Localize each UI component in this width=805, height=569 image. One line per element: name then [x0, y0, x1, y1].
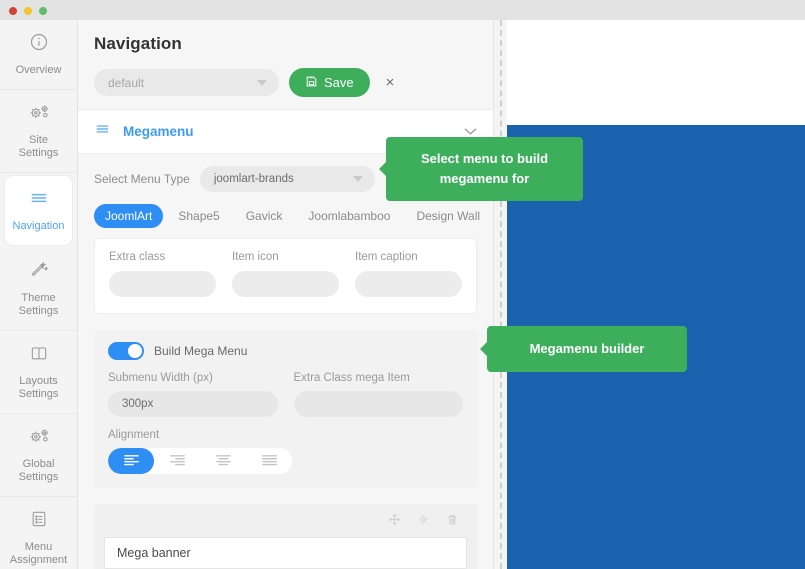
- checklist-icon: [4, 509, 73, 535]
- toggle-knob: [128, 344, 142, 358]
- alignment-section: Alignment: [108, 429, 463, 474]
- sidebar-item-label: Site Settings: [18, 134, 59, 159]
- build-mega-menu-toggle[interactable]: [108, 342, 144, 360]
- window-titlebar: [0, 0, 805, 20]
- traffic-lights: [9, 7, 47, 15]
- gears-icon: [4, 426, 73, 452]
- panel-header-controls: default Save ×: [94, 68, 477, 97]
- trash-icon[interactable]: [446, 513, 459, 531]
- field-label: Submenu Width (px): [108, 372, 213, 384]
- dashed-divider-line: [500, 20, 502, 569]
- sidebar-item-navigation[interactable]: Navigation: [5, 176, 72, 245]
- hamburger-lines-icon: [94, 122, 111, 141]
- mega-menu-block: Build Mega Menu Submenu Width (px) Extra…: [94, 330, 477, 488]
- sidebar-item-menu-assignment[interactable]: Menu Assignment: [0, 497, 77, 569]
- field-item-caption: Item caption: [355, 251, 462, 297]
- close-button[interactable]: ×: [380, 73, 401, 92]
- panel-header: Navigation default Save ×: [78, 20, 493, 110]
- field-label: Extra class: [109, 251, 166, 263]
- row-action-icons: [104, 512, 467, 537]
- sidebar-item-theme-settings[interactable]: Theme Settings: [0, 248, 77, 331]
- menu-type-label: Select Menu Type: [94, 172, 190, 186]
- save-disk-icon: [305, 75, 318, 91]
- maximize-window-button[interactable]: [39, 7, 47, 15]
- minimize-window-button[interactable]: [24, 7, 32, 15]
- gear-icon[interactable]: [417, 513, 430, 531]
- alignment-label: Alignment: [108, 429, 160, 441]
- row-builder: Mega banner Add Row: [94, 504, 477, 569]
- preset-select[interactable]: default: [94, 69, 279, 96]
- page-title: Navigation: [94, 34, 182, 53]
- tab-joomlabamboo[interactable]: Joomlabamboo: [297, 204, 401, 228]
- sidebar-item-label: Navigation: [12, 220, 65, 232]
- gears-icon: [4, 102, 73, 128]
- align-left-button[interactable]: [108, 448, 154, 474]
- preset-select-value: default: [108, 75, 145, 90]
- field-label: Extra Class mega Item: [293, 372, 410, 384]
- field-label: Item icon: [232, 251, 279, 263]
- align-justify-icon: [261, 454, 277, 469]
- preview-pane: [507, 20, 805, 569]
- row-item-label: Mega banner: [117, 546, 191, 560]
- menu-type-select[interactable]: joomlart-brands: [199, 166, 375, 192]
- item-icon-input[interactable]: [232, 271, 339, 297]
- sidebar-item-overview[interactable]: Overview: [0, 20, 77, 90]
- callout-select-menu: Select menu to build megamenu for: [386, 137, 583, 201]
- build-mega-menu-label: Build Mega Menu: [154, 344, 248, 358]
- menu-type-value: joomlart-brands: [213, 173, 294, 185]
- sidebar-item-label: Global Settings: [18, 458, 59, 483]
- save-button-label: Save: [324, 75, 354, 90]
- info-circle-icon: [4, 32, 73, 58]
- app-window: Overview Site Settings Navigation Theme …: [0, 0, 805, 569]
- field-extra-class: Extra class: [109, 251, 216, 297]
- tab-joomlart[interactable]: JoomlArt: [94, 204, 164, 228]
- chevron-down-icon: [352, 176, 363, 182]
- field-item-icon: Item icon: [232, 251, 339, 297]
- row-item[interactable]: Mega banner: [104, 537, 467, 569]
- sidebar-item-layouts-settings[interactable]: Layouts Settings: [0, 331, 77, 414]
- submenu-width-input[interactable]: [108, 391, 278, 417]
- sidebar-item-label: Overview: [15, 64, 62, 76]
- align-center-icon: [215, 454, 231, 469]
- field-submenu-width: Submenu Width (px): [108, 372, 278, 417]
- sidebar-item-global-settings[interactable]: Global Settings: [0, 414, 77, 497]
- align-right-button[interactable]: [154, 448, 200, 474]
- tab-design-wall[interactable]: Design Wall: [405, 204, 491, 228]
- field-label: Item caption: [355, 251, 418, 263]
- chevron-down-icon: [257, 79, 267, 86]
- move-icon[interactable]: [388, 513, 401, 531]
- sidebar-item-label: Theme Settings: [18, 292, 59, 317]
- extra-class-mega-input[interactable]: [293, 391, 463, 417]
- align-justify-button[interactable]: [246, 448, 292, 474]
- brand-tabs: JoomlArt Shape5 Gavick Joomlabamboo Desi…: [78, 202, 493, 238]
- align-left-icon: [123, 454, 139, 469]
- tab-shape5[interactable]: Shape5: [167, 204, 230, 228]
- item-settings-card: Extra class Item icon Item caption: [94, 238, 477, 314]
- sidebar: Overview Site Settings Navigation Theme …: [0, 20, 78, 569]
- alignment-button-group: [108, 448, 292, 474]
- sidebar-item-site-settings[interactable]: Site Settings: [0, 90, 77, 173]
- close-window-button[interactable]: [9, 7, 17, 15]
- magic-wand-icon: [4, 260, 73, 286]
- field-extra-class-mega: Extra Class mega Item: [293, 372, 463, 417]
- columns-layout-icon: [4, 343, 73, 369]
- build-mega-menu-row: Build Mega Menu: [108, 342, 463, 360]
- panel-divider[interactable]: [493, 20, 507, 569]
- tab-gavick[interactable]: Gavick: [235, 204, 294, 228]
- extra-class-input[interactable]: [109, 271, 216, 297]
- config-panel: Navigation default Save × Megamenu Selec…: [78, 20, 493, 569]
- item-caption-input[interactable]: [355, 271, 462, 297]
- save-button[interactable]: Save: [289, 68, 370, 97]
- sidebar-item-label: Menu Assignment: [9, 541, 68, 566]
- sidebar-item-label: Layouts Settings: [18, 375, 59, 400]
- callout-megamenu-builder: Megamenu builder: [487, 326, 687, 372]
- align-right-icon: [169, 454, 185, 469]
- hamburger-lines-icon: [9, 188, 68, 214]
- mega-fields-row: Submenu Width (px) Extra Class mega Item: [108, 372, 463, 417]
- align-center-button[interactable]: [200, 448, 246, 474]
